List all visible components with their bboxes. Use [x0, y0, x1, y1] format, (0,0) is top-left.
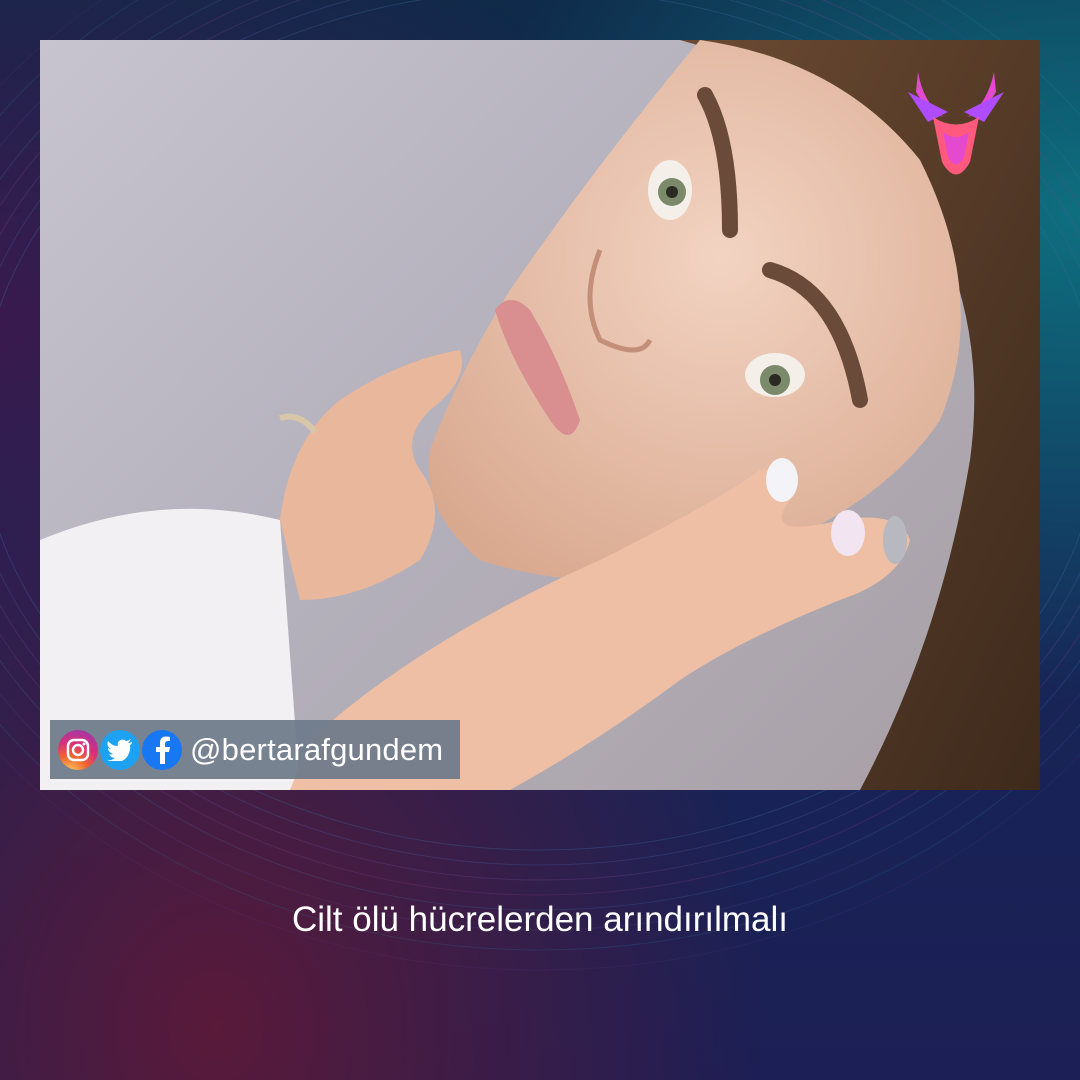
social-handle-text: @bertarafgundem: [190, 731, 444, 767]
twitter-icon[interactable]: [100, 729, 140, 770]
instagram-icon[interactable]: [58, 729, 98, 770]
facebook-icon[interactable]: [142, 729, 182, 770]
caption-text: Cilt ölü hücrelerden arındırılmalı: [291, 900, 789, 939]
portrait-photo: [40, 40, 1040, 790]
deer-antler-logo-icon: [908, 72, 1004, 175]
social-handle-bar: @bertarafgundem: [50, 720, 460, 779]
